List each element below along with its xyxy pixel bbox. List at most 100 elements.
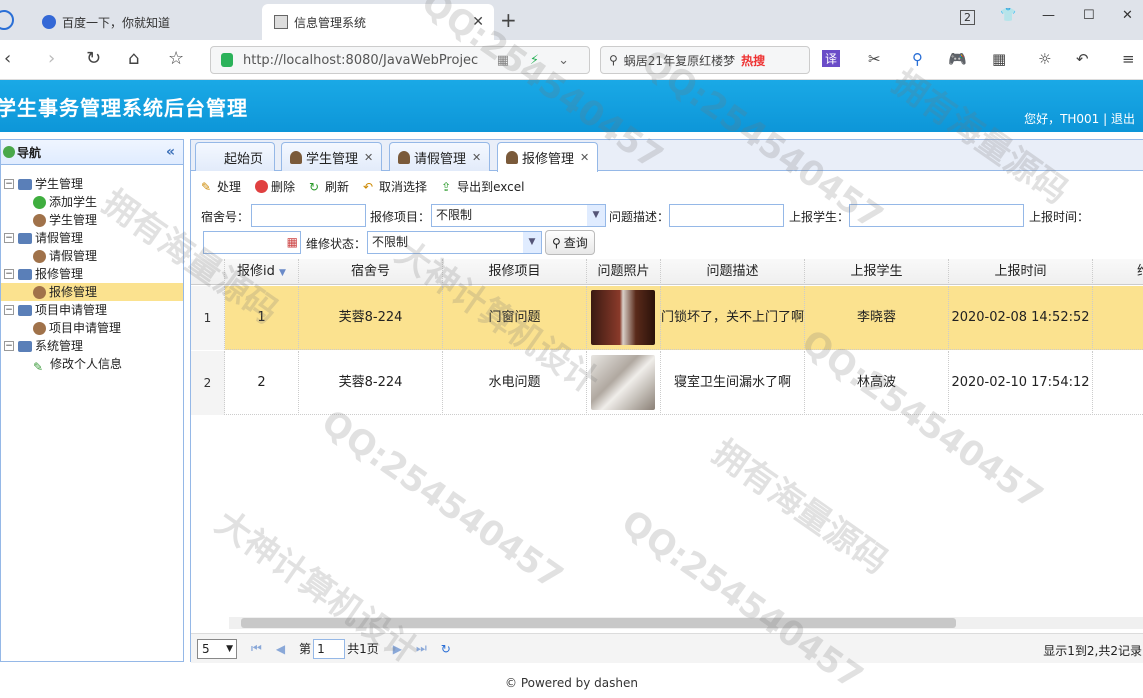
reload-icon[interactable]: ↻ (86, 48, 101, 69)
item-filter-select[interactable]: 不限制 ▼ (431, 204, 606, 227)
status-filter-select[interactable]: 不限制 ▼ (367, 231, 542, 254)
column-label: 报修id (237, 264, 275, 279)
refresh-button[interactable]: ↻ 刷新 (309, 178, 349, 195)
menu-icon[interactable]: ≡ (1122, 50, 1135, 68)
close-tab-icon[interactable]: ✕ (580, 151, 589, 164)
time-filter-input[interactable]: ▦ (203, 231, 301, 254)
close-tab-icon[interactable]: ✕ (472, 151, 481, 164)
tab-leave[interactable]: 请假管理 ✕ (389, 142, 491, 171)
new-tab-button[interactable]: + (500, 8, 517, 32)
collapse-icon[interactable]: « (166, 144, 175, 160)
person-icon (33, 213, 46, 227)
column-header[interactable]: 问题描述 (661, 259, 805, 285)
collapse-node-icon[interactable]: − (4, 269, 14, 279)
nav-group-repair[interactable]: − 报修管理 (1, 265, 183, 283)
last-page-icon[interactable]: ⏭ (416, 641, 427, 656)
undo-icon: ↶ (363, 180, 374, 194)
next-page-icon[interactable]: ▶ (393, 642, 402, 656)
export-excel-button[interactable]: ⇪ 导出到excel (441, 178, 524, 195)
prev-page-icon[interactable]: ◀ (276, 642, 285, 656)
browser-tab-baidu[interactable]: 百度一下，你就知道 (30, 4, 260, 40)
refresh-icon[interactable]: ↻ (441, 642, 451, 656)
undo-icon[interactable]: ↶ (1076, 50, 1089, 68)
collapse-node-icon[interactable]: − (4, 305, 14, 315)
browser-tab-active[interactable]: 信息管理系统 ✕ (262, 4, 494, 40)
nav-item-project-manage[interactable]: 项目申请管理 (1, 319, 183, 337)
column-header[interactable]: 上报时间 (949, 259, 1093, 285)
computer-icon (18, 340, 32, 352)
cancel-select-button[interactable]: ↶ 取消选择 (363, 178, 427, 195)
column-header[interactable]: 宿舍号 (299, 259, 443, 285)
sun-icon[interactable]: ☼ (1038, 50, 1051, 68)
tab-repair[interactable]: 报修管理 ✕ (497, 142, 599, 172)
home-icon[interactable]: ⌂ (128, 48, 139, 69)
leak-photo[interactable] (591, 355, 655, 410)
chevron-down-icon[interactable]: ▼ (587, 205, 605, 226)
column-header[interactable]: 报修id ▼ (225, 259, 299, 285)
qr-icon[interactable]: ▦ (497, 53, 509, 68)
cell-desc: 门锁坏了，关不上门了啊 (661, 286, 805, 350)
translate-icon[interactable]: 译 (822, 50, 841, 67)
collapse-node-icon[interactable]: − (4, 179, 14, 189)
tab-count-badge[interactable]: 2 (960, 10, 975, 25)
desc-filter-input[interactable] (669, 204, 784, 227)
table-row[interactable]: 2 2 芙蓉8-224 水电问题 寝室卫生间漏水了啊 林高波 2020-02-1… (191, 351, 1143, 415)
nav-panel: 导航 « − 学生管理 添加学生 学生管理 − 请假管理 请假管理 − 报修管理 报修… (0, 139, 184, 662)
scrollbar-thumb[interactable] (241, 618, 956, 628)
chevron-down-icon: ▼ (226, 643, 233, 654)
nav-item-repair-manage[interactable]: 报修管理 (1, 283, 183, 301)
calendar-icon[interactable]: ▦ (287, 232, 298, 253)
nav-group-system[interactable]: − 系统管理 (1, 337, 183, 355)
address-bar[interactable]: http://localhost:8080/JavaWebProjec ▦ ⚡ … (210, 46, 590, 74)
back-icon[interactable]: ‹ (4, 48, 11, 69)
door-lock-photo[interactable] (591, 290, 655, 345)
page-size-select[interactable]: 5 ▼ (197, 638, 237, 659)
forward-icon[interactable]: › (48, 48, 55, 69)
magnifier-icon[interactable]: ⚲ (912, 50, 923, 68)
query-button[interactable]: ⚲ 查询 (545, 230, 595, 255)
user-greeting[interactable]: 您好，TH001 | 退出 (1024, 110, 1135, 127)
nav-group-project[interactable]: − 项目申请管理 (1, 301, 183, 319)
table-row[interactable]: 1 1 芙蓉8-224 门窗问题 门锁坏了，关不上门了啊 李晓蓉 2020-02… (191, 286, 1143, 350)
minimize-icon[interactable]: — (1042, 8, 1055, 23)
nav-item-label: 修改个人信息 (50, 357, 123, 371)
maximize-icon[interactable]: ☐ (1083, 8, 1095, 23)
first-page-icon[interactable]: ⏮ (251, 641, 262, 656)
secure-shield-icon (221, 53, 233, 67)
collapse-node-icon[interactable]: − (4, 341, 14, 351)
shirt-icon[interactable]: 👕 (1000, 8, 1016, 23)
game-icon[interactable]: 🎮 (948, 50, 967, 68)
column-header[interactable]: 问题照片 (587, 259, 661, 285)
collapse-node-icon[interactable]: − (4, 233, 14, 243)
star-icon[interactable]: ☆ (168, 48, 184, 69)
column-header[interactable]: 维 (1093, 259, 1143, 285)
pagination-bar: 5 ▼ ⏮ ◀ 第 1 共1页 ▶ ⏭ ↻ 显示1到2,共2记录 (191, 633, 1143, 663)
tab-student[interactable]: 学生管理 ✕ (281, 142, 383, 171)
app-title: 学生事务管理系统后台管理 (0, 96, 248, 120)
column-header[interactable]: 上报学生 (805, 259, 949, 285)
nav-item-add-student[interactable]: 添加学生 (1, 193, 183, 211)
tab-home[interactable]: 起始页 (195, 142, 275, 171)
chevron-down-icon[interactable]: ⌄ (558, 53, 569, 68)
search-box[interactable]: ⚲ 蜗居21年复原红楼梦 热搜 (600, 46, 810, 74)
dorm-filter-input[interactable] (251, 204, 366, 227)
lightning-icon[interactable]: ⚡ (530, 53, 539, 68)
close-tab-icon[interactable]: ✕ (364, 151, 373, 164)
nav-group-leave[interactable]: − 请假管理 (1, 229, 183, 247)
close-tab-icon[interactable]: ✕ (472, 14, 484, 30)
page-number-input[interactable]: 1 (313, 638, 346, 659)
close-window-icon[interactable]: ✕ (1122, 8, 1133, 23)
reporter-filter-input[interactable] (849, 204, 1024, 227)
horizontal-scrollbar[interactable] (229, 617, 1143, 629)
delete-button[interactable]: 删除 (255, 178, 295, 195)
grid-icon[interactable]: ▦ (992, 50, 1006, 68)
nav-group-student[interactable]: − 学生管理 (1, 175, 183, 193)
column-header[interactable]: 报修项目 (443, 259, 587, 285)
nav-item-leave-manage[interactable]: 请假管理 (1, 247, 183, 265)
process-button[interactable]: ✎ 处理 (201, 178, 241, 195)
nav-item-student-manage[interactable]: 学生管理 (1, 211, 183, 229)
person-icon (506, 151, 518, 164)
scissors-icon[interactable]: ✂ (868, 50, 881, 68)
nav-item-edit-profile[interactable]: ✎ 修改个人信息 (1, 355, 183, 374)
chevron-down-icon[interactable]: ▼ (523, 232, 541, 253)
